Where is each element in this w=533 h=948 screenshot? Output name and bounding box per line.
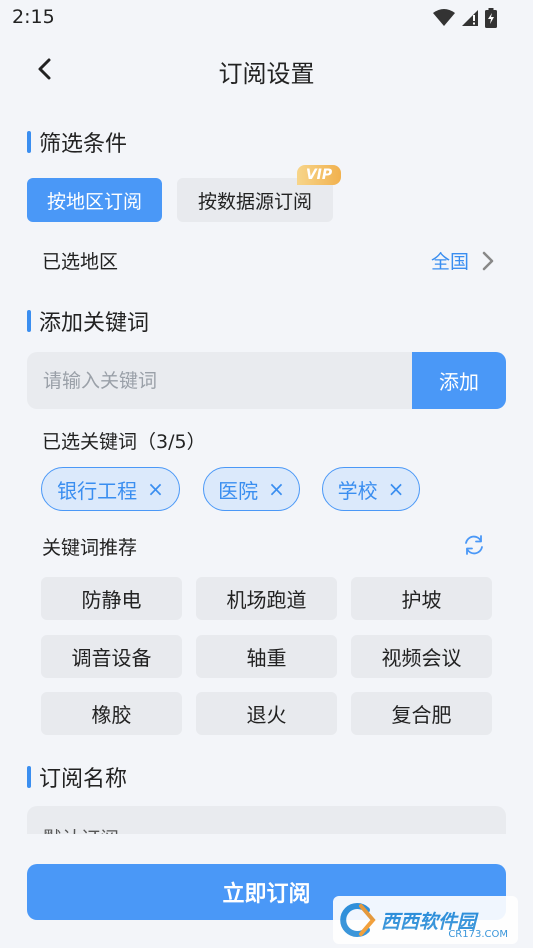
keyword-input[interactable] bbox=[27, 352, 412, 409]
recommended-keyword[interactable]: 机场跑道 bbox=[196, 577, 337, 620]
keyword-chip-label: 银行工程 bbox=[57, 478, 138, 503]
recommended-keyword[interactable]: 退火 bbox=[196, 692, 337, 735]
site-watermark: 西西软件园 CR173.COM bbox=[333, 896, 518, 944]
recommended-keyword[interactable]: 橡胶 bbox=[41, 692, 182, 735]
status-time: 2:15 bbox=[12, 6, 55, 28]
keyword-search-box: 添加 bbox=[27, 352, 506, 409]
add-keyword-button[interactable]: 添加 bbox=[412, 352, 506, 409]
chevron-right-icon[interactable] bbox=[479, 250, 497, 272]
recommended-keyword[interactable]: 调音设备 bbox=[41, 635, 182, 678]
filter-section-label: 筛选条件 bbox=[39, 132, 128, 157]
keyword-recommend-label: 关键词推荐 bbox=[42, 537, 138, 559]
section-accent-bar bbox=[27, 766, 31, 788]
selected-region-value[interactable]: 全国 bbox=[431, 247, 469, 274]
remove-keyword-icon[interactable]: × bbox=[268, 477, 285, 501]
recommended-keyword[interactable]: 护坡 bbox=[351, 577, 492, 620]
signal-icon bbox=[462, 10, 478, 26]
recommended-keyword[interactable]: 轴重 bbox=[196, 635, 337, 678]
subscription-name-section-label: 订阅名称 bbox=[39, 767, 128, 792]
wifi-icon bbox=[433, 9, 455, 26]
page-title: 订阅设置 bbox=[218, 60, 315, 88]
keyword-chip-label: 学校 bbox=[337, 478, 378, 503]
recommended-keyword[interactable]: 防静电 bbox=[41, 577, 182, 620]
watermark-logo-icon bbox=[340, 903, 376, 937]
recommended-keyword[interactable]: 复合肥 bbox=[351, 692, 492, 735]
keyword-chip[interactable]: 学校 × bbox=[322, 467, 420, 511]
selected-region-label: 已选地区 bbox=[42, 251, 119, 273]
section-accent-bar bbox=[27, 131, 31, 153]
battery-icon bbox=[485, 8, 497, 28]
subscription-name-field[interactable]: 默认订阅 bbox=[27, 806, 506, 836]
recommended-keyword[interactable]: 视频会议 bbox=[351, 635, 492, 678]
keyword-chip[interactable]: 医院 × bbox=[203, 467, 300, 511]
keywords-section-title: 添加关键词 bbox=[27, 305, 149, 337]
filter-section-title: 筛选条件 bbox=[27, 126, 127, 158]
tab-by-region[interactable]: 按地区订阅 bbox=[27, 178, 162, 222]
watermark-subtext: CR173.COM bbox=[448, 929, 508, 940]
selected-keywords-label: 已选关键词（3/5） bbox=[42, 431, 206, 453]
vip-badge: VIP bbox=[297, 165, 341, 185]
remove-keyword-icon[interactable]: × bbox=[388, 477, 405, 501]
status-bar: 2:15 bbox=[0, 0, 533, 36]
keyword-chip[interactable]: 银行工程 × bbox=[41, 467, 180, 511]
status-icons bbox=[433, 8, 497, 28]
keyword-chip-label: 医院 bbox=[218, 478, 259, 503]
refresh-icon[interactable] bbox=[462, 533, 486, 557]
subscription-name-section-title: 订阅名称 bbox=[27, 761, 127, 793]
remove-keyword-icon[interactable]: × bbox=[147, 477, 164, 501]
app-header: 订阅设置 bbox=[0, 44, 533, 94]
section-accent-bar bbox=[27, 310, 31, 332]
keywords-section-label: 添加关键词 bbox=[39, 311, 150, 336]
